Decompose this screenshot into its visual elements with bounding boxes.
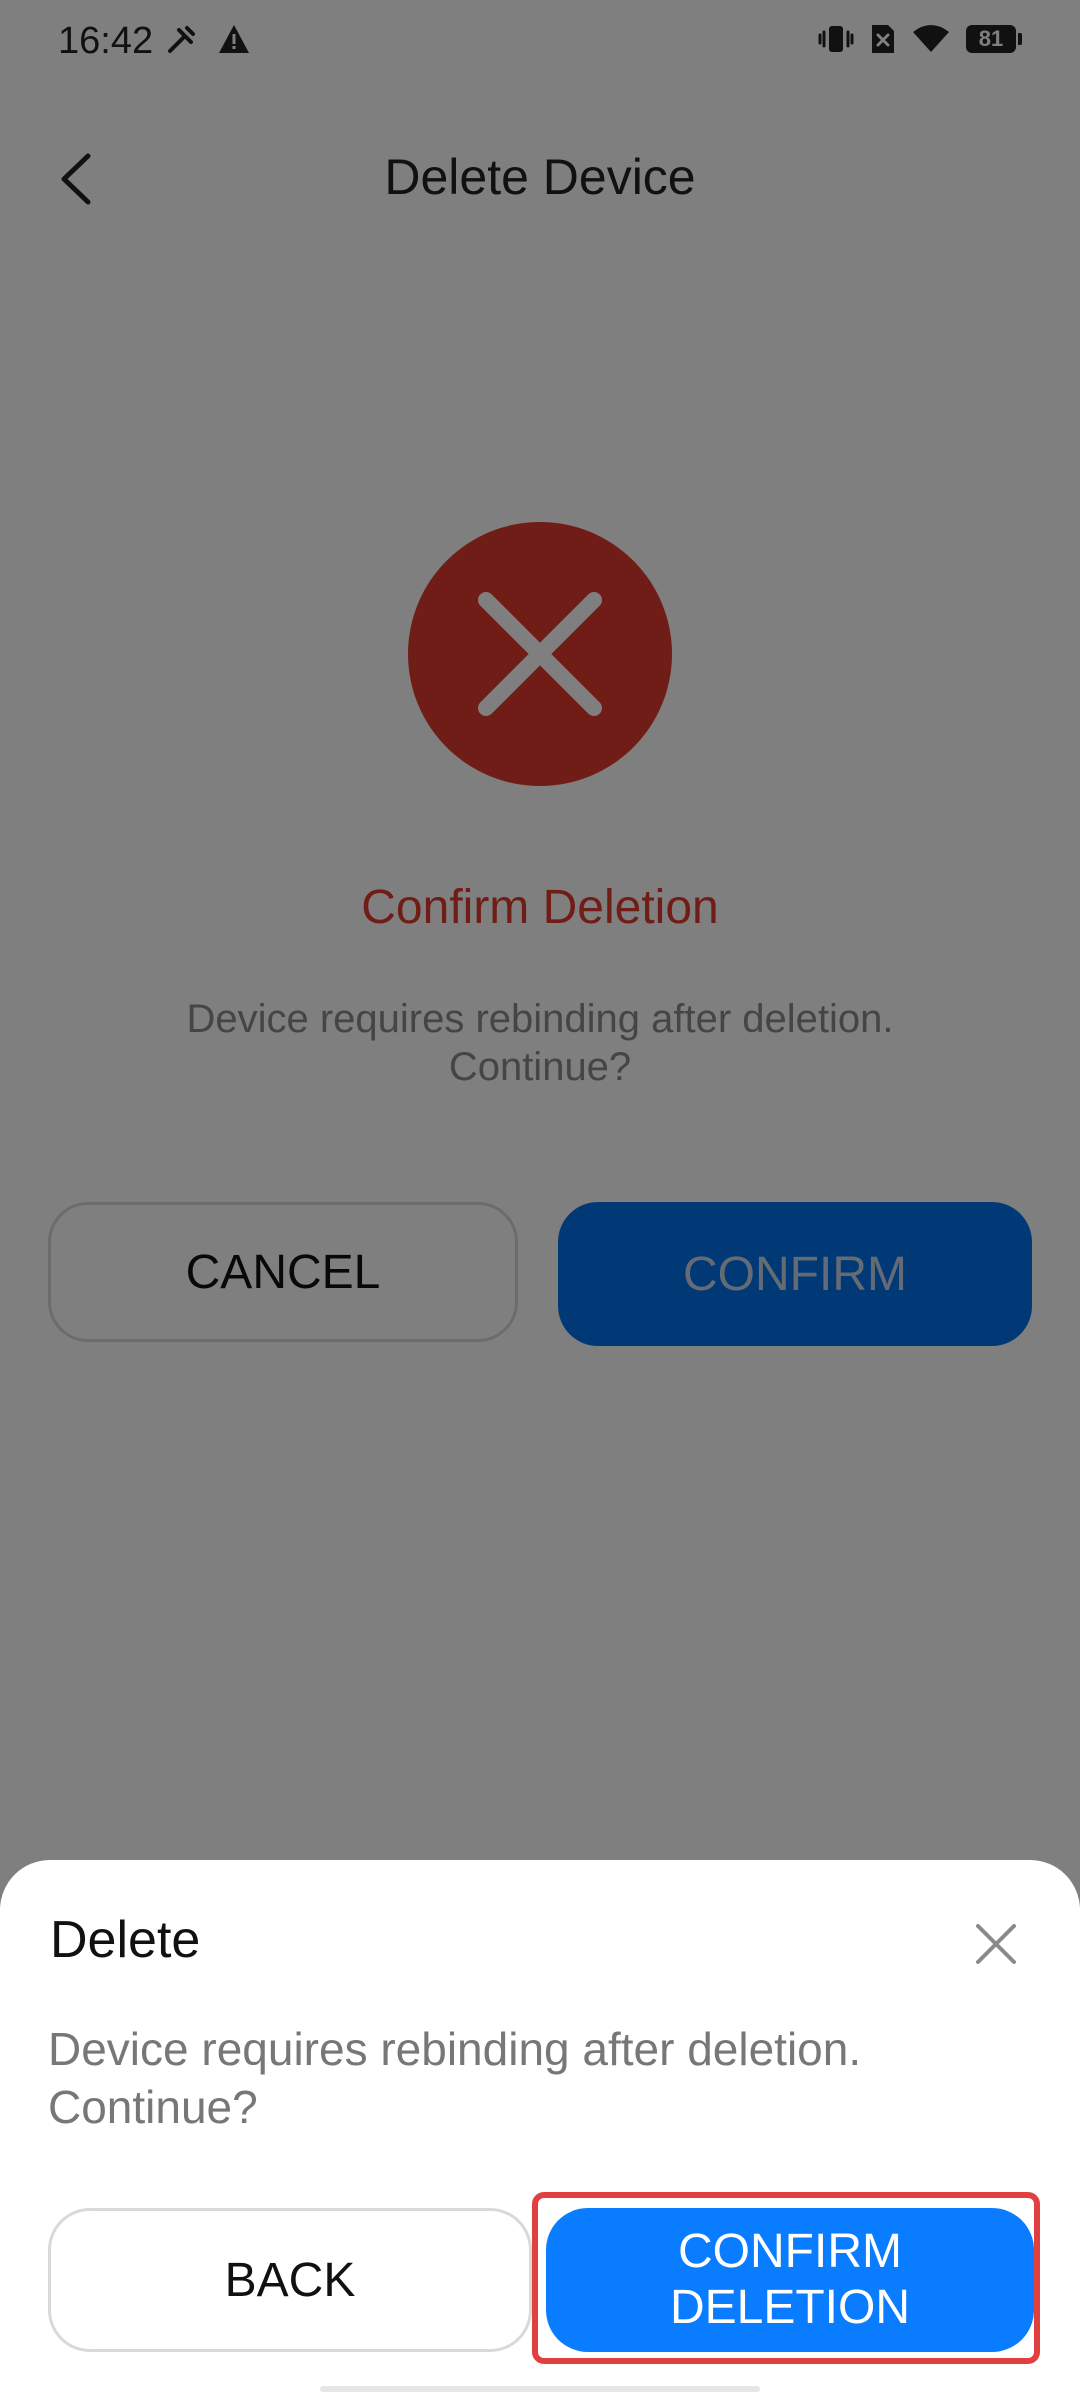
home-indicator	[320, 2386, 760, 2392]
delete-device-page: 16:42 81	[0, 0, 1080, 2400]
back-button[interactable]: BACK	[48, 2208, 532, 2352]
delete-bottom-sheet: Delete Device requires rebinding after d…	[0, 1860, 1080, 2400]
sheet-title: Delete	[50, 1911, 201, 1969]
sheet-message: Device requires rebinding after deletion…	[48, 2023, 862, 2133]
close-icon[interactable]	[972, 1920, 1020, 1968]
highlight-box	[532, 2192, 1040, 2364]
